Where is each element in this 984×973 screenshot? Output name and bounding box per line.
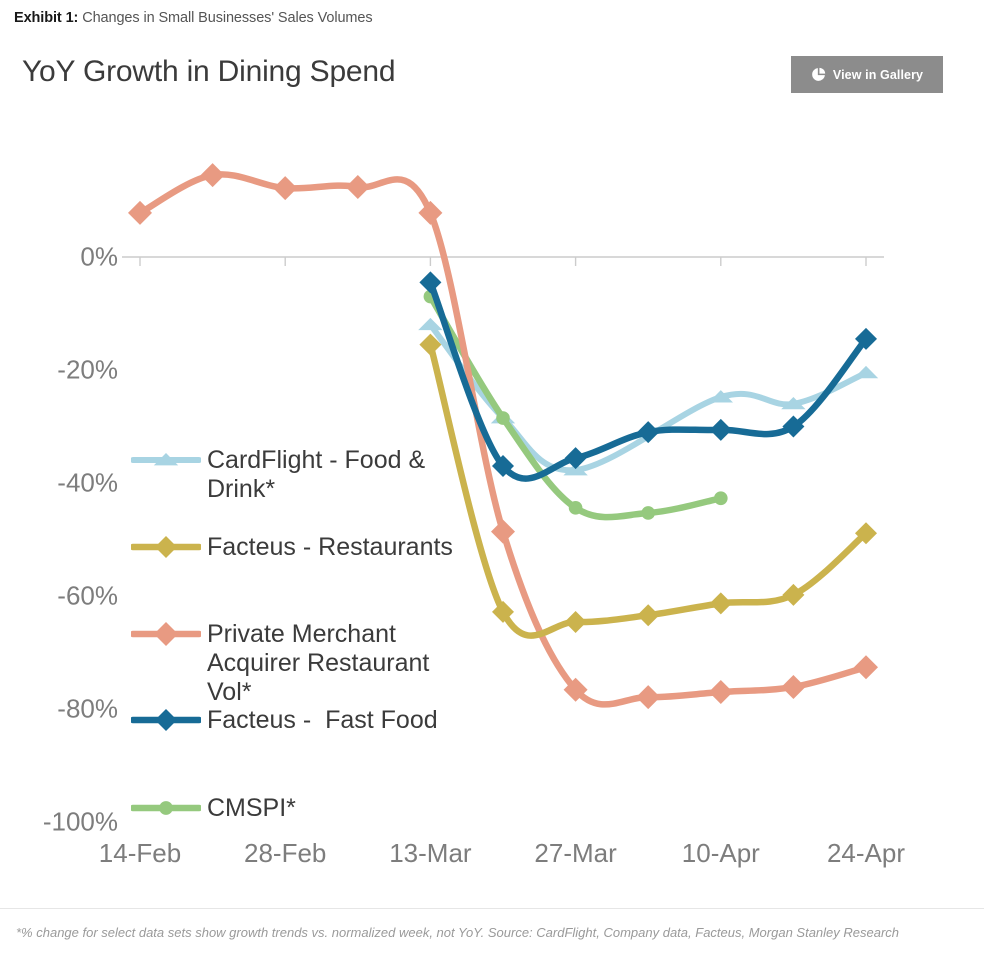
data-point: [496, 411, 510, 425]
data-point: [200, 163, 225, 188]
data-point: [273, 176, 298, 201]
data-point: [781, 674, 806, 699]
data-point: [854, 655, 878, 680]
data-point: [853, 365, 879, 379]
y-axis-tick-label: -80%: [57, 693, 118, 724]
data-point: [636, 685, 661, 710]
legend-marker-icon: [129, 621, 203, 647]
data-point: [564, 610, 587, 633]
legend-marker-icon: [129, 534, 203, 560]
y-axis-tick-label: -20%: [57, 354, 118, 385]
legend-marker-icon: [129, 707, 203, 733]
x-axis-tick-label: 13-Mar: [389, 838, 472, 868]
data-point: [418, 200, 443, 225]
y-axis-tick-label: -100%: [42, 806, 118, 837]
data-point: [713, 491, 728, 506]
series-facteus-fast-food: [419, 271, 877, 482]
series-line: [427, 321, 869, 474]
x-axis-tick-label: 27-Mar: [534, 838, 617, 868]
legend-label: CMSPI*: [207, 794, 296, 822]
x-axis-tick-label: 24-Apr: [826, 838, 906, 868]
data-point: [708, 680, 733, 705]
data-point: [345, 174, 370, 199]
y-axis-tick-label: -40%: [57, 467, 118, 498]
data-point: [641, 506, 656, 520]
data-point: [709, 418, 732, 441]
data-point: [637, 604, 660, 627]
x-axis-tick-label: 10-Apr: [681, 838, 760, 868]
data-point: [418, 317, 443, 331]
legend-label: Private Merchant Acquirer Restaurant Vol…: [207, 620, 430, 706]
series-line: [427, 279, 870, 482]
legend-label: Facteus - Fast Food: [207, 706, 438, 734]
legend-marker-icon: [130, 447, 202, 473]
legend-label: CardFlight - Food & Drink*: [207, 446, 426, 503]
data-point: [419, 271, 442, 294]
y-axis-tick-label: 0%: [80, 241, 118, 272]
data-point: [568, 501, 583, 515]
legend-label: Facteus - Restaurants: [207, 533, 453, 561]
data-point: [709, 592, 732, 615]
x-axis-tick-label: 14-Feb: [98, 838, 182, 868]
y-axis-tick-label: -60%: [57, 580, 118, 611]
footer-divider: [0, 908, 984, 909]
data-point: [491, 519, 515, 544]
chart-footnote: *% change for select data sets show grow…: [16, 925, 900, 940]
x-axis: [122, 256, 884, 266]
legend-marker-icon: [129, 795, 203, 821]
x-axis-tick-label: 28-Feb: [243, 838, 327, 868]
chart-plot-area: 0% -20% -40% -60% -80% -100% 14-Feb 28-Feb 13-Ma…: [0, 0, 984, 900]
series-cmspi: [423, 289, 728, 521]
